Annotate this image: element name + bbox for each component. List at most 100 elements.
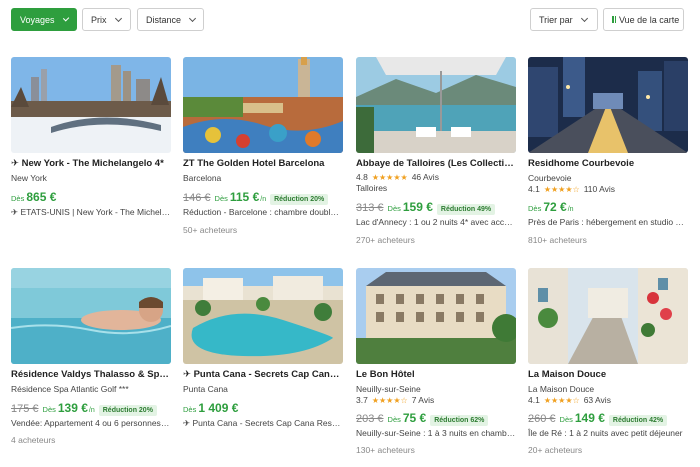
distance-filter-label: Distance <box>146 14 182 25</box>
deal-image[interactable] <box>356 268 516 364</box>
sort-label: Trier par <box>539 14 573 25</box>
from-label: Dès <box>42 405 56 414</box>
discount-badge: Réduction 42% <box>608 415 668 426</box>
current-price: 865 € <box>26 190 57 204</box>
deal-image[interactable] <box>528 57 688 153</box>
deal-title[interactable]: La Maison Douce <box>528 369 688 380</box>
current-price: 115 € <box>229 190 260 204</box>
current-price: 159 € <box>402 200 433 214</box>
deal-description: Neuilly-sur-Seine : 1 à 3 nuits en chamb… <box>356 428 516 438</box>
deal-title[interactable]: ✈ Punta Cana - Secrets Cap Cana Resort <box>183 369 343 380</box>
deal-location: Talloires <box>356 183 388 193</box>
map-view-label: Vue de la carte <box>619 14 680 25</box>
deal-description: Près de Paris : hébergement en studio 4*… <box>528 217 688 227</box>
deal-card-la-maison-douce[interactable]: La Maison Douce La Maison Douce 4.1 ★★★★… <box>528 268 688 458</box>
rating-row: 4.1 ★★★★☆ 63 Avis <box>528 395 611 405</box>
deal-description: Lac d'Annecy : 1 ou 2 nuits 4* avec accè… <box>356 217 516 227</box>
distance-filter-button[interactable]: Distance <box>137 8 204 31</box>
deal-card-barcelona[interactable]: ZT The Golden Hotel Barcelona Barcelona … <box>183 57 343 237</box>
prix-filter-button[interactable]: Prix <box>82 8 131 31</box>
buyers-count: 20+ acheteurs <box>528 445 583 455</box>
original-price: 313 € <box>356 202 384 214</box>
chevron-down-icon <box>62 14 70 22</box>
price-line: 175 € Dès 139 € /n Réduction 20% <box>11 401 157 416</box>
star-rating-icon: ★★★★★ <box>371 172 408 182</box>
rating-row: 4.8 ★★★★★ 46 Avis <box>356 172 439 182</box>
deal-location: New York <box>11 173 47 183</box>
original-price: 175 € <box>11 403 39 415</box>
deal-card-courbevoie[interactable]: Residhome Courbevoie Courbevoie 4.1 ★★★★… <box>528 57 688 247</box>
deal-image[interactable] <box>528 268 688 364</box>
rating-value: 4.8 <box>356 172 368 182</box>
price-line: Dès 865 € <box>11 190 56 204</box>
rating-row: 4.1 ★★★★☆ 110 Avis <box>528 184 615 194</box>
price-line: Dès 1 409 € <box>183 401 238 415</box>
deal-location: Punta Cana <box>183 384 228 394</box>
deal-location: Courbevoie <box>528 173 572 183</box>
deal-title[interactable]: Résidence Valdys Thalasso & Spa - Vendée <box>11 369 171 380</box>
per-night-label: /n <box>260 196 267 203</box>
from-label: Dès <box>387 415 401 424</box>
price-line: 260 € Dès 149 € Réduction 42% <box>528 411 668 426</box>
chevron-down-icon <box>188 14 197 22</box>
price-line: 313 € Dès 159 € Réduction 49% <box>356 200 496 215</box>
map-view-button[interactable]: Vue de la carte <box>603 8 684 31</box>
voyages-filter-button[interactable]: Voyages <box>11 8 77 31</box>
from-label: Dès <box>183 405 197 414</box>
deal-image[interactable] <box>183 268 343 364</box>
deal-title[interactable]: Le Bon Hôtel <box>356 369 516 380</box>
current-price: 149 € <box>574 411 605 425</box>
deal-title[interactable]: Residhome Courbevoie <box>528 158 688 169</box>
deal-description: Île de Ré : 1 à 2 nuits avec petit déjeu… <box>528 428 683 438</box>
deal-card-new-york[interactable]: ✈ New York - The Michelangelo 4* New Yor… <box>11 57 171 217</box>
deal-card-talloires[interactable]: Abbaye de Talloires (Les Collections) 4.… <box>356 57 516 247</box>
deal-location: Neuilly-sur-Seine <box>356 384 421 394</box>
deal-title[interactable]: Abbaye de Talloires (Les Collections) <box>356 158 516 169</box>
reviews-count[interactable]: 7 Avis <box>412 395 435 405</box>
original-price: 260 € <box>528 413 556 425</box>
filter-bar: Voyages Prix Distance Trier par Vue de l… <box>0 0 700 40</box>
deal-card-valdys[interactable]: Résidence Valdys Thalasso & Spa - Vendée… <box>11 268 171 448</box>
deal-location: La Maison Douce <box>528 384 595 394</box>
current-price: 139 € <box>57 401 88 415</box>
per-night-label: /n <box>567 206 574 213</box>
buyers-count: 810+ acheteurs <box>528 235 587 245</box>
original-price: 203 € <box>356 413 384 425</box>
current-price: 72 € <box>543 200 567 214</box>
deal-description: Vendée: Appartement 4 ou 6 personnes, sp… <box>11 418 171 428</box>
deal-location: Barcelona <box>183 173 222 183</box>
chevron-down-icon <box>114 14 122 22</box>
rating-value: 3.7 <box>356 395 368 405</box>
deal-title[interactable]: ZT The Golden Hotel Barcelona <box>183 158 343 169</box>
deal-description: Réduction - Barcelone : chambre double S… <box>183 207 343 217</box>
price-line: 146 € Dès 115 € /n Réduction 20% <box>183 190 329 205</box>
deal-card-le-bon-hotel[interactable]: Le Bon Hôtel Neuilly-sur-Seine 3.7 ★★★★☆… <box>356 268 516 458</box>
sort-button[interactable]: Trier par <box>530 8 598 31</box>
price-line: Dès 72 € /n <box>528 200 574 214</box>
discount-badge: Réduction 20% <box>270 194 329 205</box>
rating-row: 3.7 ★★★★☆ 7 Avis <box>356 395 434 405</box>
reviews-count[interactable]: 110 Avis <box>584 184 615 194</box>
deal-title[interactable]: ✈ New York - The Michelangelo 4* <box>11 158 171 169</box>
reviews-count[interactable]: 46 Avis <box>412 172 439 182</box>
deal-card-punta-cana[interactable]: ✈ Punta Cana - Secrets Cap Cana Resort P… <box>183 268 343 428</box>
price-line: 203 € Dès 75 € Réduction 62% <box>356 411 489 426</box>
deal-image[interactable] <box>183 57 343 153</box>
buyers-count: 270+ acheteurs <box>356 235 415 245</box>
buyers-count: 50+ acheteurs <box>183 225 238 235</box>
rating-value: 4.1 <box>528 184 540 194</box>
current-price: 75 € <box>402 411 427 425</box>
from-label: Dès <box>214 194 228 203</box>
from-label: Dès <box>559 415 573 424</box>
from-label: Dès <box>11 194 25 203</box>
deal-image[interactable] <box>356 57 516 153</box>
rating-value: 4.1 <box>528 395 540 405</box>
reviews-count[interactable]: 63 Avis <box>584 395 611 405</box>
from-label: Dès <box>387 204 401 213</box>
deal-image[interactable] <box>11 57 171 153</box>
current-price: 1 409 € <box>198 401 239 415</box>
star-rating-icon: ★★★★☆ <box>543 184 580 194</box>
chevron-down-icon <box>580 14 588 22</box>
star-rating-icon: ★★★★☆ <box>543 395 580 405</box>
deal-image[interactable] <box>11 268 171 364</box>
